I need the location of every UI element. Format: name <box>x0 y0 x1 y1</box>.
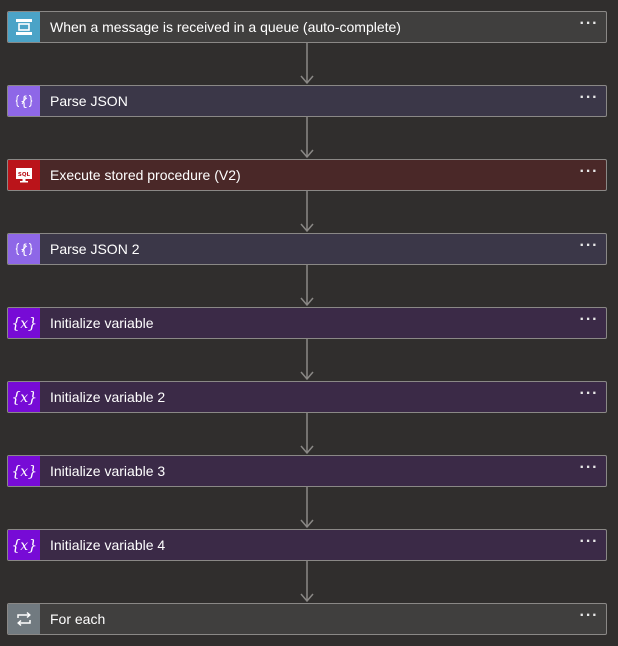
flow-step-parse-json[interactable]: { Parse JSON ··· <box>7 85 607 117</box>
svg-text:SQL: SQL <box>18 172 31 178</box>
flow-designer-canvas: When a message is received in a queue (a… <box>0 0 618 646</box>
more-options-button[interactable]: ··· <box>572 382 606 412</box>
flow-step-initialize-variable[interactable]: {x} Initialize variable ··· <box>7 307 607 339</box>
flow-step-when-a-message-is-received-in-a-queue[interactable]: When a message is received in a queue (a… <box>7 11 607 43</box>
step-connector-arrow <box>300 117 314 159</box>
step-connector-arrow <box>300 43 314 85</box>
step-title: Initialize variable 2 <box>50 389 166 405</box>
step-title: Initialize variable <box>50 315 154 331</box>
more-options-button[interactable]: ··· <box>572 12 606 42</box>
more-options-button[interactable]: ··· <box>572 530 606 560</box>
svg-text:{: { <box>20 243 28 258</box>
svg-text:{: { <box>20 95 28 110</box>
flow-step-initialize-variable-2[interactable]: {x} Initialize variable 2 ··· <box>7 381 607 413</box>
flow-step-initialize-variable-4[interactable]: {x} Initialize variable 4 ··· <box>7 529 607 561</box>
flow-step-parse-json-2[interactable]: { Parse JSON 2 ··· <box>7 233 607 265</box>
more-options-button[interactable]: ··· <box>572 234 606 264</box>
more-options-button[interactable]: ··· <box>572 160 606 190</box>
parse-json-icon: { <box>8 234 40 264</box>
step-connector-arrow <box>300 561 314 603</box>
variable-icon: {x} <box>8 530 40 560</box>
step-title: When a message is received in a queue (a… <box>50 19 401 35</box>
for-each-loop-icon <box>8 604 40 634</box>
variable-icon: {x} <box>8 382 40 412</box>
variable-icon: {x} <box>8 456 40 486</box>
step-title: For each <box>50 611 106 627</box>
step-title: Execute stored procedure (V2) <box>50 167 241 183</box>
more-options-button[interactable]: ··· <box>572 456 606 486</box>
step-connector-arrow <box>300 487 314 529</box>
step-title: Initialize variable 4 <box>50 537 166 553</box>
sql-server-icon: SQL <box>8 160 40 190</box>
step-title: Parse JSON 2 <box>50 241 140 257</box>
more-options-button[interactable]: ··· <box>572 308 606 338</box>
step-title: Parse JSON <box>50 93 128 109</box>
service-bus-queue-icon <box>8 12 40 42</box>
step-connector-arrow <box>300 191 314 233</box>
flow-step-initialize-variable-3[interactable]: {x} Initialize variable 3 ··· <box>7 455 607 487</box>
step-connector-arrow <box>300 265 314 307</box>
step-connector-arrow <box>300 339 314 381</box>
step-title: Initialize variable 3 <box>50 463 166 479</box>
variable-icon: {x} <box>8 308 40 338</box>
step-connector-arrow <box>300 413 314 455</box>
flow-step-execute-stored-procedure[interactable]: SQL Execute stored procedure (V2) ··· <box>7 159 607 191</box>
flow-step-for-each[interactable]: For each ··· <box>7 603 607 635</box>
more-options-button[interactable]: ··· <box>572 86 606 116</box>
parse-json-icon: { <box>8 86 40 116</box>
more-options-button[interactable]: ··· <box>572 604 606 634</box>
